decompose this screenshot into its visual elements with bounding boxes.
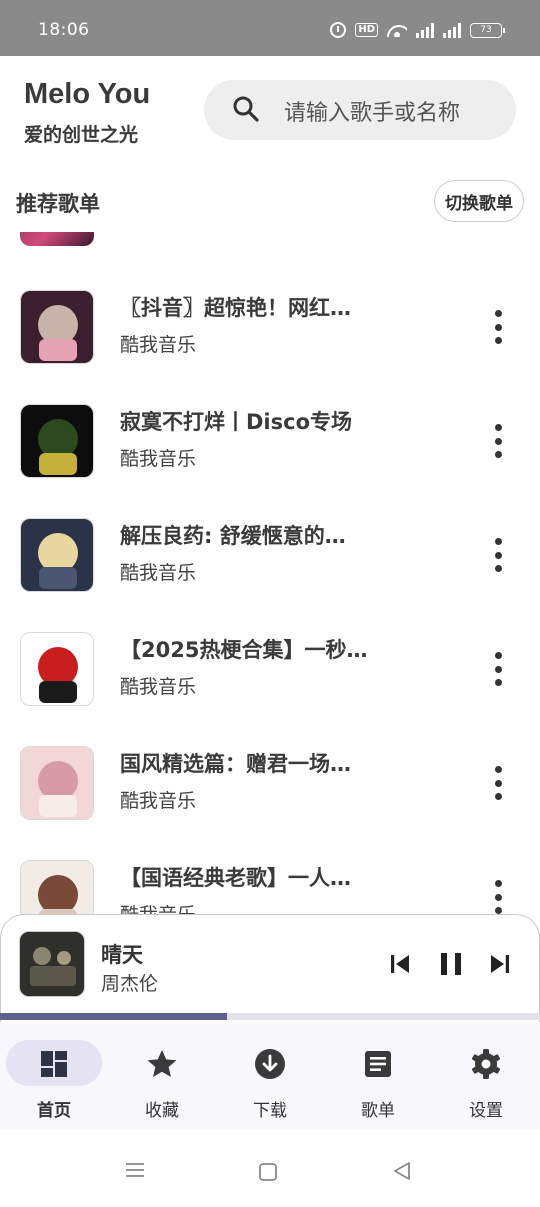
playlist-cover[interactable] [20, 232, 94, 246]
section-title: 推荐歌单 [16, 192, 100, 216]
more-vert-icon[interactable] [488, 652, 508, 686]
playlist-cover-art [21, 633, 93, 705]
playback-progress-bar[interactable] [0, 1013, 540, 1020]
playlist-cover-art [21, 519, 93, 591]
switch-playlist-button[interactable]: 切换歌单 [434, 180, 524, 222]
playlist-cover[interactable] [20, 746, 94, 820]
playlist-source: 酷我音乐 [120, 334, 197, 356]
system-navigation-bar [0, 1130, 540, 1207]
playlist-item[interactable]: 解压良药: 舒缓惬意的… 酷我音乐 [0, 500, 540, 596]
playlist-item[interactable]: 国风精选篇：赠君一场… 酷我音乐 [0, 728, 540, 824]
pause-icon[interactable] [437, 950, 465, 978]
playlist-title: 寂寞不打烊丨Disco专场 [120, 410, 353, 434]
status-time: 18:06 [38, 20, 90, 40]
playlist-source: 酷我音乐 [120, 676, 197, 698]
playlist-cover[interactable] [20, 860, 94, 915]
playlist-cover[interactable] [20, 404, 94, 478]
playlist-cover-art [21, 405, 93, 477]
playlist-title: 国风精选篇：赠君一场… [120, 752, 351, 776]
more-vert-icon[interactable] [488, 766, 508, 800]
playlist-title: 解压良药: 舒缓惬意的… [120, 524, 346, 548]
skip-previous-icon[interactable] [387, 951, 413, 977]
playlist-title: 【2025热梗合集】一秒… [120, 638, 368, 662]
playlist-title: 【国语经典老歌】一人… [120, 866, 351, 890]
playlist-icon [365, 1051, 391, 1077]
playlist-item[interactable]: 【2025热梗合集】一秒… 酷我音乐 [0, 614, 540, 710]
nav-item-home[interactable]: 首页 [4, 1040, 104, 1121]
player-song-title: 晴天 [101, 943, 143, 967]
nav-label-playlists: 歌单 [361, 1101, 395, 1121]
more-vert-icon[interactable] [488, 880, 508, 914]
playback-progress-fill [0, 1013, 227, 1020]
bottom-navigation: 首页 收藏 下载 歌单 设置 [0, 1022, 540, 1130]
signal-icon [416, 22, 434, 38]
mini-player[interactable]: 晴天 周杰伦 [0, 914, 540, 1022]
player-artist: 周杰伦 [101, 973, 159, 995]
playlist-title: 〖抖音〗超惊艳！网红… [120, 296, 351, 320]
playlist-item[interactable]: 寂寞不打烊丨Disco专场 酷我音乐 [0, 386, 540, 482]
more-vert-icon[interactable] [488, 310, 508, 344]
playlist-item[interactable]: 〖抖音〗超惊艳！网红… 酷我音乐 [0, 272, 540, 368]
hd-icon: HD [355, 23, 378, 37]
search-icon [233, 96, 259, 122]
nav-label-favorites: 收藏 [145, 1101, 179, 1121]
nav-label-settings: 设置 [469, 1101, 503, 1121]
nav-item-download[interactable]: 下载 [220, 1040, 320, 1121]
download-icon [255, 1049, 285, 1079]
playlist-source: 酷我音乐 [120, 904, 197, 915]
signal-icon [443, 22, 461, 38]
nav-item-favorites[interactable]: 收藏 [112, 1040, 212, 1121]
battery-icon: 73 [470, 22, 505, 38]
nav-label-home: 首页 [37, 1101, 71, 1121]
playlist-source: 酷我音乐 [120, 790, 197, 812]
recent-apps-icon[interactable] [124, 1160, 146, 1180]
nav-item-playlists[interactable]: 歌单 [328, 1040, 428, 1121]
playlist-cover[interactable] [20, 290, 94, 364]
playlist-cover-art [21, 861, 93, 915]
playlist-source: 酷我音乐 [120, 562, 197, 584]
app-title: Melo You [24, 78, 151, 110]
more-vert-icon[interactable] [488, 538, 508, 572]
app-subtitle: 爱的创世之光 [24, 124, 139, 146]
playlist-cover[interactable] [20, 518, 94, 592]
star-icon [147, 1050, 177, 1077]
gear-icon [472, 1049, 500, 1079]
home-icon[interactable] [258, 1162, 278, 1182]
status-icons: HD 73 [330, 22, 505, 38]
search-input[interactable]: 请输入歌手或名称 [204, 80, 516, 140]
playlist-cover-art [21, 747, 93, 819]
search-placeholder: 请输入歌手或名称 [284, 101, 461, 126]
playlist-source: 酷我音乐 [120, 448, 197, 470]
nav-label-download: 下载 [253, 1101, 287, 1121]
alarm-icon [330, 22, 347, 38]
playlist-cover[interactable] [20, 632, 94, 706]
playlist-cover-art [21, 291, 93, 363]
nav-item-settings[interactable]: 设置 [436, 1040, 536, 1121]
more-vert-icon[interactable] [488, 424, 508, 458]
skip-next-icon[interactable] [487, 951, 513, 977]
album-art [20, 932, 84, 996]
status-bar: 18:06 HD 73 [0, 0, 540, 56]
playlist-list[interactable]: 〖抖音〗超惊艳！网红… 酷我音乐 寂寞不打烊丨Disco专场 酷我音乐 解压良药: 舒缓… [0, 232, 540, 915]
playlist-item[interactable]: 【国语经典老歌】一人… 酷我音乐 [0, 842, 540, 915]
dashboard-icon [41, 1051, 67, 1077]
album-cover[interactable] [19, 931, 85, 997]
wifi-icon [387, 23, 407, 37]
back-icon[interactable] [392, 1160, 412, 1182]
